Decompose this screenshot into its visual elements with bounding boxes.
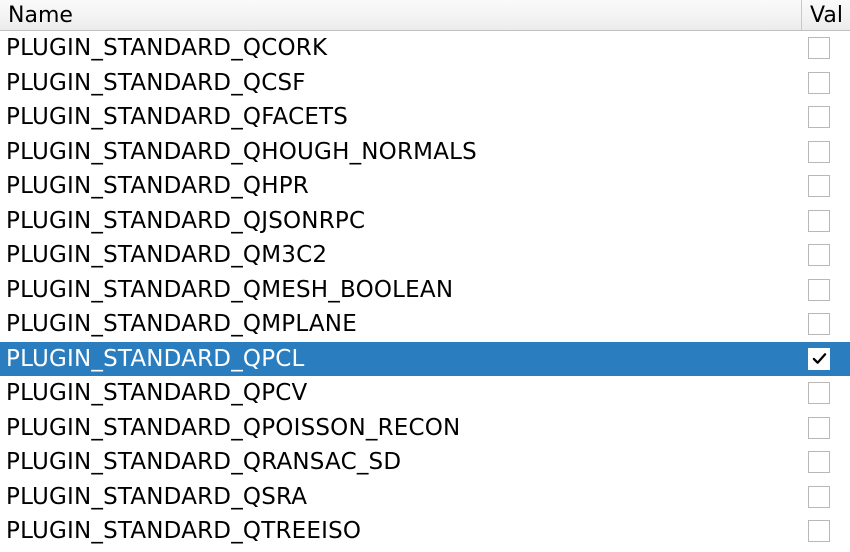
cell-name: PLUGIN_STANDARD_QMESH_BOOLEAN bbox=[0, 273, 802, 308]
column-header-name[interactable]: Name bbox=[0, 0, 802, 30]
cell-name: PLUGIN_STANDARD_QPCV bbox=[0, 376, 802, 411]
cell-val bbox=[802, 382, 850, 404]
cell-name: PLUGIN_STANDARD_QCORK bbox=[0, 31, 802, 66]
table-row[interactable]: PLUGIN_STANDARD_QFACETS bbox=[0, 100, 850, 135]
value-checkbox[interactable] bbox=[808, 210, 830, 232]
table-row[interactable]: PLUGIN_STANDARD_QJSONRPC bbox=[0, 204, 850, 239]
cell-val bbox=[802, 279, 850, 301]
cell-val bbox=[802, 520, 850, 542]
cell-val bbox=[802, 244, 850, 266]
value-checkbox[interactable] bbox=[808, 486, 830, 508]
value-checkbox[interactable] bbox=[808, 313, 830, 335]
config-table: Name Val PLUGIN_STANDARD_QCORKPLUGIN_STA… bbox=[0, 0, 850, 552]
table-row[interactable]: PLUGIN_STANDARD_QCORK bbox=[0, 31, 850, 66]
table-row[interactable]: PLUGIN_STANDARD_QPCL bbox=[0, 342, 850, 377]
value-checkbox[interactable] bbox=[808, 520, 830, 542]
table-row[interactable]: PLUGIN_STANDARD_QM3C2 bbox=[0, 238, 850, 273]
cell-name: PLUGIN_STANDARD_QRANSAC_SD bbox=[0, 445, 802, 480]
value-checkbox[interactable] bbox=[808, 37, 830, 59]
cell-name: PLUGIN_STANDARD_QPCL bbox=[0, 342, 802, 377]
cell-val bbox=[802, 451, 850, 473]
value-checkbox[interactable] bbox=[808, 106, 830, 128]
value-checkbox[interactable] bbox=[808, 348, 830, 370]
cell-val bbox=[802, 37, 850, 59]
cell-val bbox=[802, 348, 850, 370]
cell-name: PLUGIN_STANDARD_QFACETS bbox=[0, 100, 802, 135]
cell-val bbox=[802, 72, 850, 94]
cell-name: PLUGIN_STANDARD_QPOISSON_RECON bbox=[0, 411, 802, 446]
table-row[interactable]: PLUGIN_STANDARD_QHPR bbox=[0, 169, 850, 204]
table-row[interactable]: PLUGIN_STANDARD_QPCV bbox=[0, 376, 850, 411]
cell-name: PLUGIN_STANDARD_QCSF bbox=[0, 66, 802, 101]
value-checkbox[interactable] bbox=[808, 72, 830, 94]
cell-name: PLUGIN_STANDARD_QM3C2 bbox=[0, 238, 802, 273]
table-row[interactable]: PLUGIN_STANDARD_QCSF bbox=[0, 66, 850, 101]
table-row[interactable]: PLUGIN_STANDARD_QPOISSON_RECON bbox=[0, 411, 850, 446]
table-header-row: Name Val bbox=[0, 0, 850, 31]
table-row[interactable]: PLUGIN_STANDARD_QMESH_BOOLEAN bbox=[0, 273, 850, 308]
cell-val bbox=[802, 175, 850, 197]
cell-val bbox=[802, 486, 850, 508]
table-row[interactable]: PLUGIN_STANDARD_QTREEISO bbox=[0, 514, 850, 549]
value-checkbox[interactable] bbox=[808, 279, 830, 301]
table-body: PLUGIN_STANDARD_QCORKPLUGIN_STANDARD_QCS… bbox=[0, 31, 850, 552]
cell-name: PLUGIN_STANDARD_QJSONRPC bbox=[0, 204, 802, 239]
cell-name: PLUGIN_STANDARD_QHOUGH_NORMALS bbox=[0, 135, 802, 170]
value-checkbox[interactable] bbox=[808, 141, 830, 163]
cell-val bbox=[802, 417, 850, 439]
table-row[interactable]: PLUGIN_STANDARD_QRANSAC_SD bbox=[0, 445, 850, 480]
cell-val bbox=[802, 313, 850, 335]
cell-name: PLUGIN_STANDARD_QMPLANE bbox=[0, 307, 802, 342]
table-row[interactable]: PLUGIN_STANDARD_QHOUGH_NORMALS bbox=[0, 135, 850, 170]
value-checkbox[interactable] bbox=[808, 451, 830, 473]
value-checkbox[interactable] bbox=[808, 382, 830, 404]
table-row[interactable]: PLUGIN_STANDARD_QMPLANE bbox=[0, 307, 850, 342]
cell-name: PLUGIN_STANDARD_QSRA bbox=[0, 480, 802, 515]
cell-val bbox=[802, 210, 850, 232]
value-checkbox[interactable] bbox=[808, 417, 830, 439]
value-checkbox[interactable] bbox=[808, 244, 830, 266]
cell-name: PLUGIN_STANDARD_QHPR bbox=[0, 169, 802, 204]
cell-name: PLUGIN_STANDARD_QTREEISO bbox=[0, 514, 802, 549]
cell-val bbox=[802, 141, 850, 163]
cell-val bbox=[802, 106, 850, 128]
table-row[interactable]: PLUGIN_STANDARD_QSRA bbox=[0, 480, 850, 515]
column-header-val[interactable]: Val bbox=[802, 0, 850, 30]
value-checkbox[interactable] bbox=[808, 175, 830, 197]
